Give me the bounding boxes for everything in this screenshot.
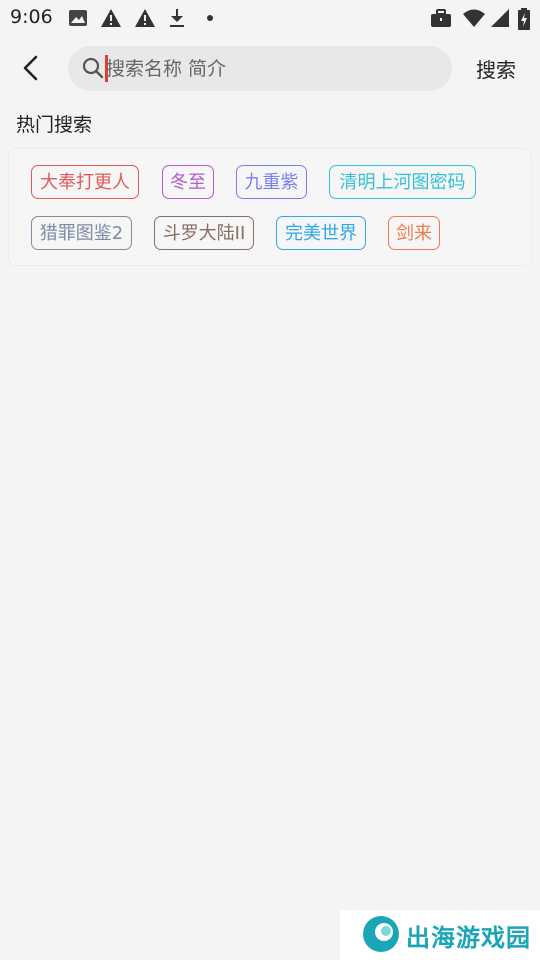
warning-icon xyxy=(101,9,121,27)
back-button[interactable] xyxy=(16,52,48,84)
signal-icon xyxy=(491,9,509,27)
logo-icon xyxy=(363,916,399,952)
hot-tag[interactable]: 清明上河图密码 xyxy=(329,165,476,199)
hot-tag[interactable]: 九重紫 xyxy=(236,165,307,199)
search-button[interactable]: 搜索 xyxy=(468,54,524,86)
watermark-text: 出海游戏园 xyxy=(406,924,531,952)
image-icon xyxy=(69,10,87,26)
hot-tag[interactable]: 斗罗大陆II xyxy=(154,216,254,250)
hot-tag[interactable]: 猎罪图鉴2 xyxy=(31,216,132,250)
watermark-logo: 出海游戏园 xyxy=(340,910,540,960)
hot-tag[interactable]: 剑来 xyxy=(388,216,440,250)
briefcase-icon xyxy=(431,9,451,27)
warning-icon xyxy=(135,9,155,27)
wifi-icon xyxy=(463,9,485,27)
battery-icon xyxy=(518,8,530,30)
hot-tag[interactable]: 冬至 xyxy=(162,165,214,199)
hot-tag[interactable]: 完美世界 xyxy=(276,216,366,250)
download-icon xyxy=(170,9,184,27)
hot-tag[interactable]: 大奉打更人 xyxy=(31,165,139,199)
search-input[interactable] xyxy=(106,51,436,86)
dot-icon xyxy=(207,15,213,21)
hot-search-title: 热门搜索 xyxy=(16,114,93,136)
search-icon xyxy=(82,57,104,79)
status-time: 9:06 xyxy=(10,6,53,28)
hot-search-card: 大奉打更人 冬至 九重紫 清明上河图密码 猎罪图鉴2 斗罗大陆II 完美世界 剑… xyxy=(8,148,532,266)
status-bar: 9:06 xyxy=(0,0,540,36)
